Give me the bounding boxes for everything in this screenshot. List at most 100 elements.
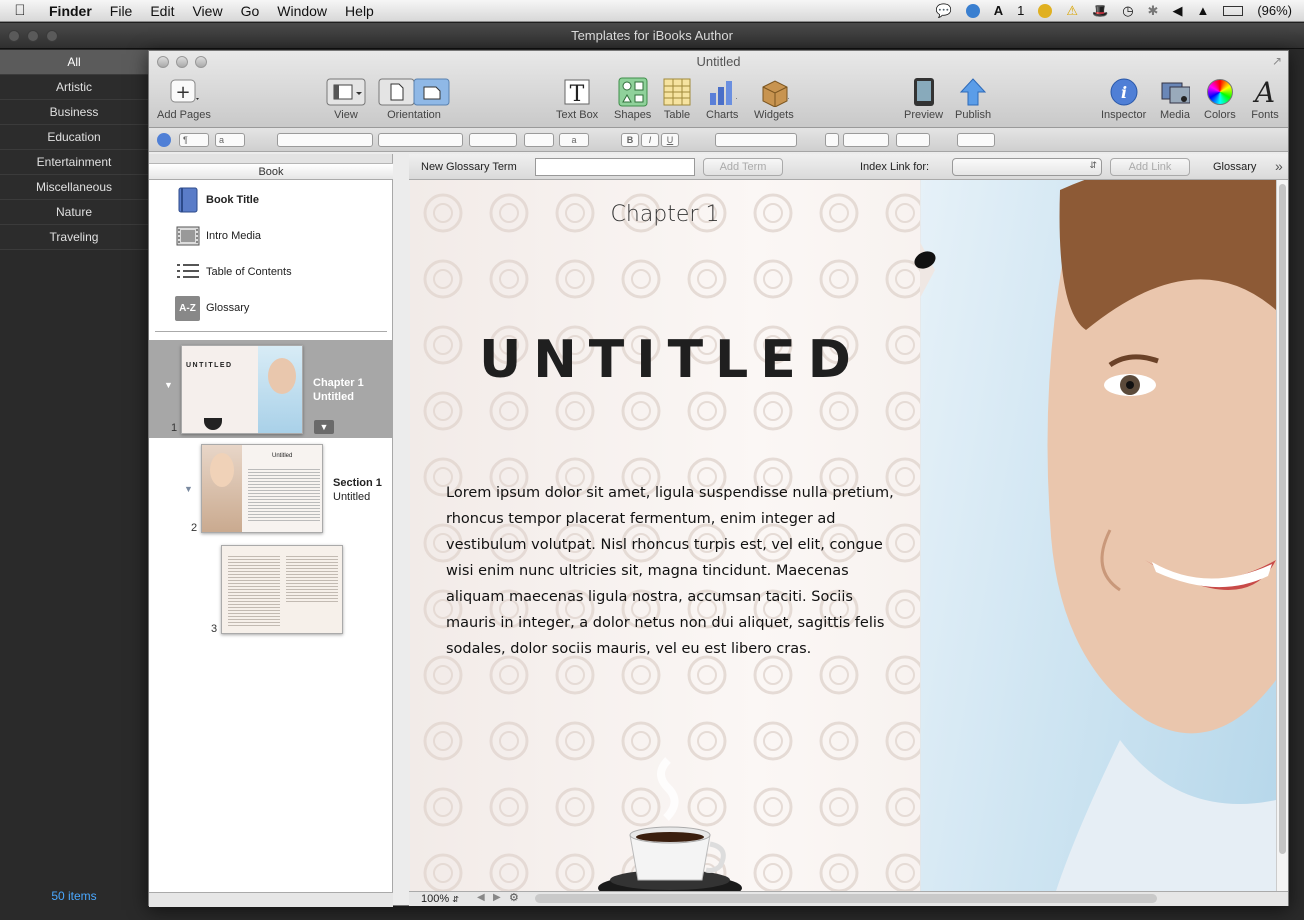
chapter-heading[interactable]: Chapter 1	[410, 202, 920, 227]
preview-button[interactable]: Preview	[904, 77, 943, 121]
alignment-buttons[interactable]	[715, 133, 797, 147]
vertical-scroll-thumb[interactable]	[1279, 184, 1286, 854]
section-thumbnail[interactable]: Untitled	[201, 444, 323, 533]
minimize-button[interactable]	[27, 30, 39, 42]
underline-button[interactable]: U	[661, 133, 679, 147]
line-spacing-select[interactable]	[843, 133, 889, 147]
paragraph-style-icon[interactable]	[157, 133, 171, 147]
time-machine-icon[interactable]: ◷	[1122, 3, 1133, 19]
fullscreen-icon[interactable]: ↗	[1272, 54, 1282, 68]
index-link-select[interactable]: ⇵	[952, 158, 1102, 176]
menu-help[interactable]: Help	[336, 0, 383, 22]
glossary-button[interactable]: Glossary	[1213, 161, 1256, 173]
category-business[interactable]: Business	[0, 100, 148, 125]
previous-page-icon[interactable]: ◀	[477, 892, 485, 903]
volume-icon[interactable]: ◀	[1172, 3, 1182, 19]
chapter-thumbnail[interactable]: UNTITLED	[181, 345, 303, 434]
sidebar-item-intro-media[interactable]: Intro Media	[149, 218, 392, 254]
preview-label: Preview	[904, 109, 944, 121]
character-style-select[interactable]: a	[215, 133, 245, 147]
menu-file[interactable]: File	[101, 0, 142, 22]
text-color-well[interactable]	[524, 133, 554, 147]
table-button[interactable]: Table	[662, 77, 692, 121]
media-button[interactable]: Media	[1160, 77, 1190, 121]
fonts-button[interactable]: A Fonts	[1250, 76, 1280, 122]
character-style-button[interactable]: a	[559, 133, 589, 147]
sync-icon[interactable]	[965, 3, 980, 18]
vertical-scrollbar[interactable]	[1276, 180, 1288, 891]
table-of-contents-label: Table of Contents	[206, 266, 292, 278]
menu-edit[interactable]: Edit	[141, 0, 183, 22]
battery-icon[interactable]	[1223, 5, 1244, 16]
templates-title: Templates for iBooks Author	[571, 28, 733, 43]
ipad-preview-icon	[909, 77, 939, 107]
widgets-button[interactable]: Widgets	[754, 77, 794, 121]
warning-icon[interactable]: ⚠	[1066, 3, 1078, 19]
list-style-select[interactable]	[957, 133, 995, 147]
line-spacing-icon[interactable]	[825, 133, 839, 147]
close-button[interactable]	[8, 30, 20, 42]
menu-go[interactable]: Go	[232, 0, 269, 22]
chapter-menu-button[interactable]: ▼	[314, 420, 334, 434]
bold-button[interactable]: B	[621, 133, 639, 147]
body-text[interactable]: Lorem ipsum dolor sit amet, ligula suspe…	[446, 480, 898, 662]
publish-button[interactable]: Publish	[955, 77, 991, 121]
bluetooth-icon[interactable]: ✱	[1148, 3, 1159, 19]
svg-text:+: +	[175, 82, 190, 103]
font-size-select[interactable]	[469, 133, 517, 147]
adobe-count: 1	[1017, 3, 1025, 18]
italic-button[interactable]: I	[641, 133, 659, 147]
text-box-button[interactable]: T Text Box	[556, 77, 598, 121]
colors-button[interactable]: Colors	[1204, 77, 1236, 121]
category-nature[interactable]: Nature	[0, 200, 148, 225]
color-wheel-icon	[1205, 77, 1235, 107]
wifi-icon[interactable]: ▲	[1196, 3, 1209, 18]
category-artistic[interactable]: Artistic	[0, 75, 148, 100]
next-page-icon[interactable]: ▶	[493, 892, 501, 903]
gear-icon[interactable]: ⚙	[509, 891, 519, 904]
zoom-arrows-icon: ⇵	[452, 895, 459, 904]
shapes-button[interactable]: Shapes	[614, 77, 651, 121]
horizontal-scroll-thumb[interactable]	[535, 894, 1157, 903]
font-typeface-select[interactable]	[378, 133, 463, 147]
yellow-circle-icon[interactable]	[1038, 3, 1053, 18]
woman-photo[interactable]	[920, 180, 1276, 891]
category-traveling[interactable]: Traveling	[0, 225, 148, 250]
chat-bubble-icon[interactable]: 💬	[936, 3, 952, 19]
view-button[interactable]: View	[326, 77, 366, 121]
expand-chevron-icon[interactable]: »	[1275, 158, 1283, 174]
category-entertainment[interactable]: Entertainment	[0, 150, 148, 175]
page-title[interactable]: UNTITLED	[410, 330, 920, 390]
section-disclosure-icon[interactable]: ▼	[184, 484, 193, 494]
apple-menu-icon[interactable]: 	[0, 2, 40, 19]
charts-button[interactable]: Charts	[706, 77, 738, 121]
page-canvas[interactable]: Chapter 1 UNTITLED Lorem ipsum dolor sit…	[410, 180, 1276, 891]
add-pages-button[interactable]: + Add Pages	[157, 77, 211, 121]
category-miscellaneous[interactable]: Miscellaneous	[0, 175, 148, 200]
add-link-button[interactable]: Add Link	[1110, 158, 1190, 176]
glossary-icon-text: A-Z	[179, 302, 196, 314]
sidebar-item-book-title[interactable]: Book Title	[149, 182, 392, 218]
page-3-thumbnail[interactable]	[221, 545, 343, 634]
inspector-button[interactable]: i Inspector	[1101, 77, 1146, 121]
add-term-button[interactable]: Add Term	[703, 158, 783, 176]
adobe-icon[interactable]: A	[994, 3, 1003, 18]
menu-view[interactable]: View	[183, 0, 231, 22]
new-glossary-term-input[interactable]	[535, 158, 695, 176]
text-box-label: Text Box	[556, 109, 599, 121]
sidebar-item-table-of-contents[interactable]: Table of Contents	[149, 254, 392, 290]
columns-select[interactable]	[896, 133, 930, 147]
top-hat-icon[interactable]: 🎩	[1092, 3, 1108, 19]
chapter-1-row[interactable]: ▼ 1 UNTITLED Chapter 1 Untitled ▼	[149, 340, 393, 438]
font-family-select[interactable]	[277, 133, 373, 147]
menu-window[interactable]: Window	[268, 0, 336, 22]
category-all[interactable]: All	[0, 50, 148, 75]
zoom-select[interactable]: 100% ⇵	[413, 892, 467, 906]
disclosure-triangle-icon[interactable]: ▼	[164, 380, 173, 390]
orientation-control[interactable]: Orientation	[378, 77, 450, 121]
category-education[interactable]: Education	[0, 125, 148, 150]
sidebar-item-glossary[interactable]: A-Z Glossary	[149, 290, 392, 326]
menu-app-finder[interactable]: Finder	[40, 0, 101, 22]
zoom-button[interactable]	[46, 30, 58, 42]
paragraph-style-select[interactable]: ¶	[179, 133, 209, 147]
